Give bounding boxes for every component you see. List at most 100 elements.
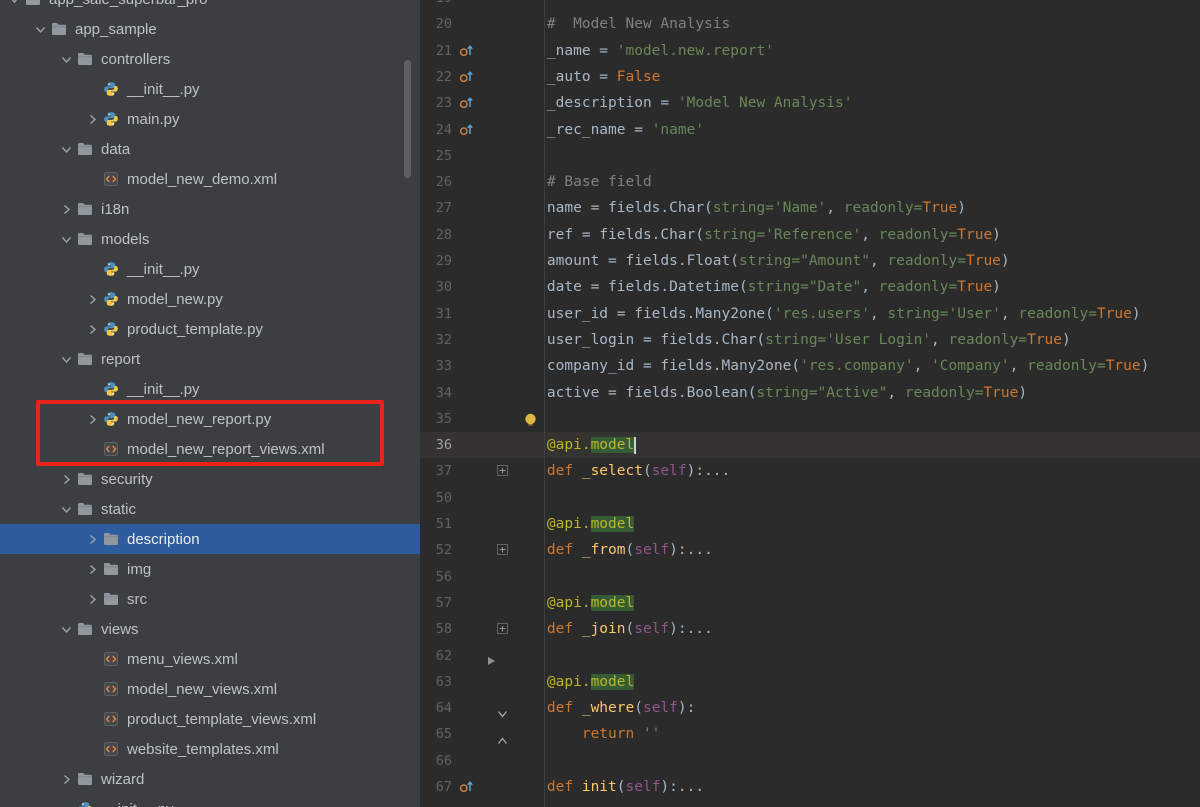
chevron-down-icon[interactable]	[58, 501, 74, 517]
override-marker-icon[interactable]	[459, 69, 474, 84]
tree-item-label: wizard	[101, 771, 144, 788]
editor-line[interactable]: 63 @api.model	[420, 669, 1200, 695]
tree-item[interactable]: website_templates.xml	[0, 734, 420, 764]
chevron-right-icon[interactable]	[84, 531, 100, 547]
tree-item[interactable]: app_sale_superbar_pro	[0, 0, 420, 14]
chevron-right-icon[interactable]	[84, 591, 100, 607]
editor-line[interactable]: 66	[420, 748, 1200, 774]
tree-item[interactable]: report	[0, 344, 420, 374]
tree-item[interactable]: wizard	[0, 764, 420, 794]
editor-line[interactable]: 26 # Base field	[420, 169, 1200, 195]
tree-item[interactable]: i18n	[0, 194, 420, 224]
fold-expand-icon[interactable]	[497, 465, 508, 476]
tree-item[interactable]: model_new_report.py	[0, 404, 420, 434]
editor-line[interactable]: 67 def init(self):...	[420, 774, 1200, 800]
tree-item[interactable]: menu_views.xml	[0, 644, 420, 674]
override-marker-icon[interactable]	[459, 95, 474, 110]
editor-line[interactable]: 21 _name = 'model.new.report'	[420, 38, 1200, 64]
run-marker-icon[interactable]	[487, 651, 496, 670]
editor-line[interactable]: 27 name = fields.Char(string='Name', rea…	[420, 195, 1200, 221]
editor-line[interactable]: 50	[420, 485, 1200, 511]
tree-item[interactable]: app_sample	[0, 14, 420, 44]
fold-start-icon[interactable]	[497, 704, 508, 723]
fold-end-icon[interactable]	[497, 730, 508, 749]
tree-item[interactable]: img	[0, 554, 420, 584]
tree-item[interactable]: static	[0, 494, 420, 524]
editor-line[interactable]: 36 @api.model	[420, 432, 1200, 458]
editor-line[interactable]: 65 return ''	[420, 721, 1200, 747]
override-marker-icon[interactable]	[459, 779, 474, 794]
tree-item[interactable]: product_template.py	[0, 314, 420, 344]
chevron-right-icon[interactable]	[84, 111, 100, 127]
override-marker-icon[interactable]	[459, 122, 474, 137]
editor-line[interactable]: 25	[420, 143, 1200, 169]
chevron-down-icon[interactable]	[6, 0, 22, 7]
tree-item[interactable]: main.py	[0, 104, 420, 134]
tree-item[interactable]: __init__.py	[0, 74, 420, 104]
code-token: _join	[582, 621, 626, 637]
fold-expand-icon[interactable]	[497, 623, 508, 634]
chevron-right-icon[interactable]	[58, 471, 74, 487]
editor-line[interactable]: 30 date = fields.Datetime(string="Date",…	[420, 274, 1200, 300]
editor-line[interactable]: 28 ref = fields.Char(string='Reference',…	[420, 222, 1200, 248]
tree-item[interactable]: models	[0, 224, 420, 254]
tree-item[interactable]: data	[0, 134, 420, 164]
chevron-down-icon[interactable]	[58, 621, 74, 637]
chevron-down-icon[interactable]	[58, 51, 74, 67]
tree-item[interactable]: __init__.py	[0, 794, 420, 807]
chevron-placeholder	[58, 801, 74, 807]
chevron-right-icon[interactable]	[84, 291, 100, 307]
code-editor[interactable]: 1920 # Model New Analysis21 _name = 'mod…	[420, 0, 1200, 807]
editor-line[interactable]: 57 @api.model	[420, 590, 1200, 616]
editor-line[interactable]: 29 amount = fields.Float(string="Amount"…	[420, 248, 1200, 274]
tree-item[interactable]: views	[0, 614, 420, 644]
editor-line[interactable]: 58 def _join(self):...	[420, 616, 1200, 642]
editor-line[interactable]: 34 active = fields.Boolean(string="Activ…	[420, 380, 1200, 406]
tree-item[interactable]: model_new.py	[0, 284, 420, 314]
intention-bulb-icon[interactable]	[524, 412, 537, 431]
editor-line[interactable]: 31 user_id = fields.Many2one('res.users'…	[420, 301, 1200, 327]
tree-item[interactable]: model_new_views.xml	[0, 674, 420, 704]
editor-line[interactable]: 19	[420, 0, 1200, 11]
code-token: readonly=	[1018, 306, 1097, 322]
tree-item[interactable]: product_template_views.xml	[0, 704, 420, 734]
chevron-right-icon[interactable]	[58, 771, 74, 787]
tree-item[interactable]: controllers	[0, 44, 420, 74]
tree-item-label: __init__.py	[127, 381, 200, 398]
fold-expand-icon[interactable]	[497, 544, 508, 555]
editor-line[interactable]: 37 def _select(self):...	[420, 458, 1200, 484]
editor-line[interactable]: 23 _description = 'Model New Analysis'	[420, 90, 1200, 116]
override-marker-icon[interactable]	[459, 43, 474, 58]
editor-line[interactable]: 62	[420, 643, 1200, 669]
code-token: ,	[887, 385, 904, 401]
tree-item[interactable]: __init__.py	[0, 374, 420, 404]
tree-item[interactable]: security	[0, 464, 420, 494]
editor-line[interactable]: 20 # Model New Analysis	[420, 11, 1200, 37]
editor-line[interactable]: 33 company_id = fields.Many2one('res.com…	[420, 353, 1200, 379]
editor-line[interactable]: 64 def _where(self):	[420, 695, 1200, 721]
editor-line[interactable]: 51 @api.model	[420, 511, 1200, 537]
chevron-down-icon[interactable]	[58, 231, 74, 247]
chevron-right-icon[interactable]	[84, 561, 100, 577]
tree-item[interactable]: model_new_report_views.xml	[0, 434, 420, 464]
editor-line[interactable]: 22 _auto = False	[420, 64, 1200, 90]
editor-line[interactable]: 24 _rec_name = 'name'	[420, 117, 1200, 143]
chevron-right-icon[interactable]	[84, 411, 100, 427]
code-token: True	[922, 200, 957, 216]
tree-item[interactable]: description	[0, 524, 420, 554]
chevron-right-icon[interactable]	[84, 321, 100, 337]
tree-item[interactable]: model_new_demo.xml	[0, 164, 420, 194]
chevron-down-icon[interactable]	[58, 351, 74, 367]
tree-scrollbar-thumb[interactable]	[404, 60, 411, 178]
chevron-down-icon[interactable]	[58, 141, 74, 157]
tree-item[interactable]: __init__.py	[0, 254, 420, 284]
code-token: string=	[713, 200, 774, 216]
tree-item[interactable]: src	[0, 584, 420, 614]
editor-line[interactable]: 52 def _from(self):...	[420, 537, 1200, 563]
line-number: 24	[422, 117, 452, 143]
editor-line[interactable]: 56	[420, 564, 1200, 590]
chevron-right-icon[interactable]	[58, 201, 74, 217]
editor-line[interactable]: 35	[420, 406, 1200, 432]
editor-line[interactable]: 32 user_login = fields.Char(string='User…	[420, 327, 1200, 353]
chevron-down-icon[interactable]	[32, 21, 48, 37]
